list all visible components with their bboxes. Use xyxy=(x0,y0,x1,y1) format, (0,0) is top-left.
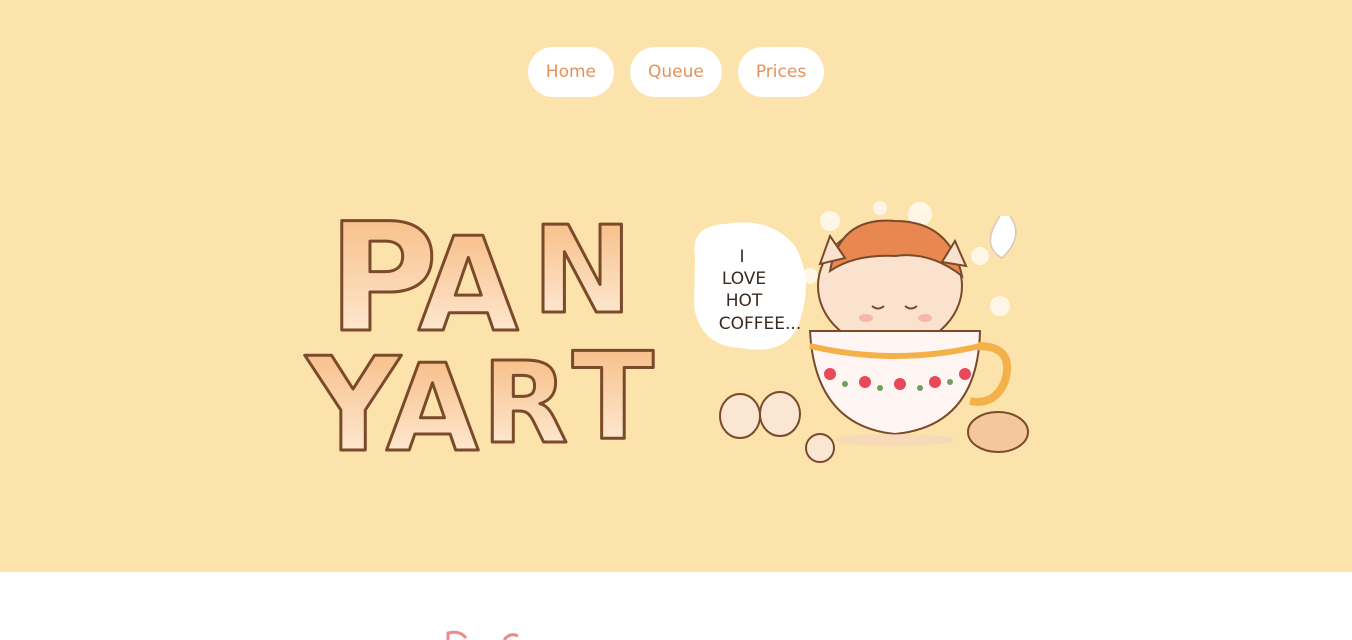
decorative-illustration-peek xyxy=(446,630,519,640)
nav-prices-button[interactable]: Prices xyxy=(737,47,825,97)
svg-text:COFFEE...: COFFEE... xyxy=(719,314,802,334)
svg-text:I: I xyxy=(739,247,744,267)
nav-home-button[interactable]: Home xyxy=(527,47,614,97)
content-section xyxy=(0,572,1352,640)
svg-text:R: R xyxy=(482,339,568,460)
svg-text:LOVE: LOVE xyxy=(722,269,766,289)
svg-text:N: N xyxy=(532,202,632,341)
svg-text:HOT: HOT xyxy=(726,291,763,311)
svg-text:T: T xyxy=(572,328,654,460)
svg-text:A: A xyxy=(386,340,479,460)
mascot-teacup-illustration: I LOVE HOT COFFEE... xyxy=(694,201,1029,463)
main-nav: Home Queue Prices xyxy=(0,47,1352,97)
nav-queue-button[interactable]: Queue xyxy=(630,47,722,97)
panyart-logo: P A N Y A R T xyxy=(303,191,656,461)
hero-banner: Home Queue Prices P A N Y A R T I LOVE H… xyxy=(0,0,1352,572)
